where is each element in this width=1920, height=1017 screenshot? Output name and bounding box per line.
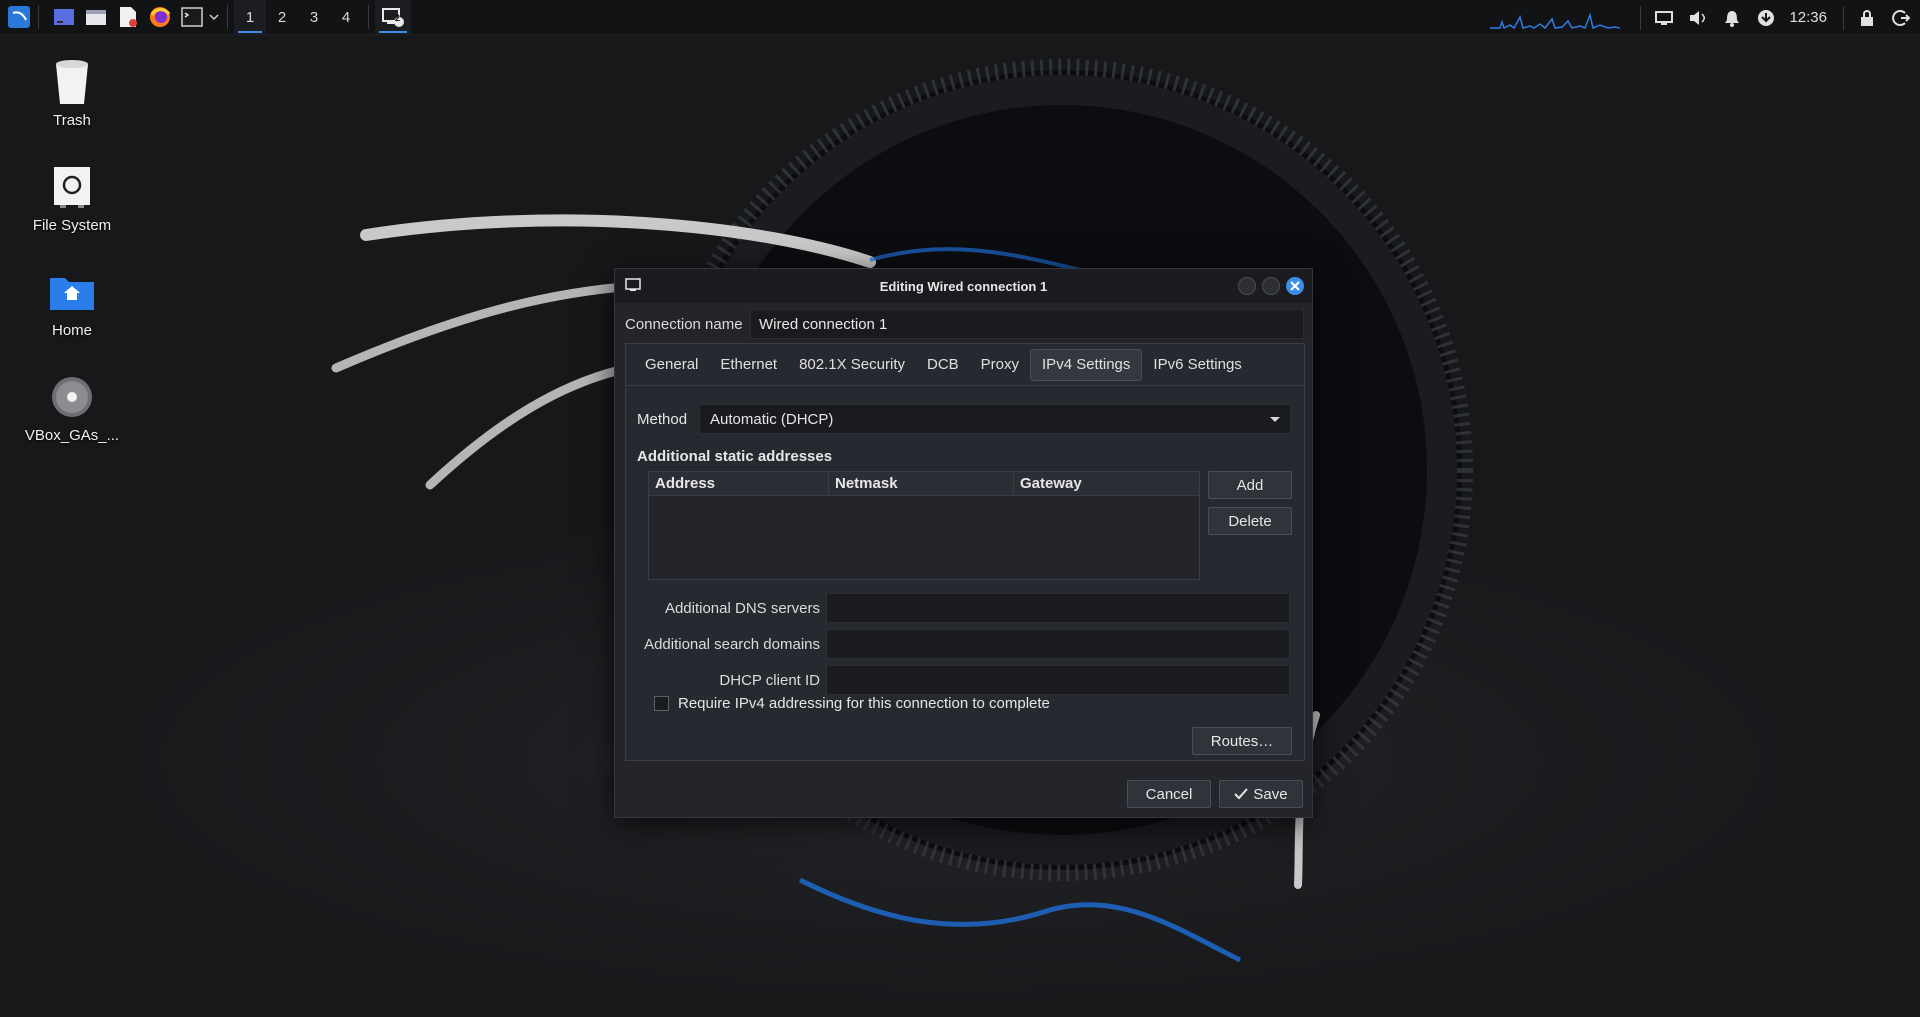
- panel-separator: [368, 5, 369, 29]
- workspace-4[interactable]: 4: [330, 0, 362, 35]
- connection-name-label: Connection name: [625, 315, 743, 333]
- panel-tray: 12:36: [1490, 0, 1920, 35]
- tab-bar: General Ethernet 802.1X Security DCB Pro…: [626, 344, 1304, 386]
- text-editor-icon[interactable]: [115, 4, 141, 30]
- desktop-icon-label: VBox_GAs_...: [24, 427, 120, 444]
- panel-separator: [1843, 5, 1844, 30]
- logout-icon[interactable]: [1888, 5, 1914, 31]
- add-address-button[interactable]: Add: [1208, 471, 1292, 499]
- terminal-icon[interactable]: [179, 4, 205, 30]
- file-manager-icon[interactable]: [83, 4, 109, 30]
- firefox-icon[interactable]: [147, 4, 173, 30]
- desktop-icon-label: Trash: [53, 112, 91, 129]
- tab-8021x-security[interactable]: 802.1X Security: [788, 349, 916, 381]
- tab-ethernet[interactable]: Ethernet: [709, 349, 788, 381]
- window-task-button[interactable]: 2: [375, 0, 411, 35]
- kali-menu-icon[interactable]: [6, 4, 32, 30]
- tab-dcb[interactable]: DCB: [916, 349, 970, 381]
- require-ipv4-checkbox[interactable]: [654, 696, 669, 711]
- dns-servers-input[interactable]: [826, 593, 1290, 623]
- method-select[interactable]: Automatic (DHCP): [699, 404, 1291, 434]
- panel-separator: [227, 5, 228, 29]
- drive-icon: [48, 163, 96, 211]
- workspace-3[interactable]: 3: [298, 0, 330, 35]
- connection-name-input[interactable]: Wired connection 1: [750, 309, 1304, 339]
- notification-bell-icon[interactable]: [1719, 5, 1745, 31]
- settings-tabs: General Ethernet 802.1X Security DCB Pro…: [625, 343, 1305, 761]
- panel-separator: [38, 5, 39, 29]
- dns-servers-row: Additional DNS servers: [626, 593, 1292, 623]
- window-list-icon: [382, 8, 404, 27]
- connection-editor-dialog: Editing Wired connection 1 Connection na…: [614, 268, 1313, 818]
- desktop-icon-trash[interactable]: Trash: [17, 58, 127, 129]
- panel-separator: [1640, 5, 1642, 30]
- save-button[interactable]: Save: [1219, 780, 1303, 808]
- delete-address-button[interactable]: Delete: [1208, 507, 1292, 535]
- trash-icon: [48, 58, 96, 106]
- workspace-1[interactable]: 1: [234, 0, 266, 35]
- tab-proxy[interactable]: Proxy: [970, 349, 1030, 381]
- search-domains-label: Additional search domains: [644, 635, 820, 653]
- volume-icon[interactable]: [1685, 5, 1711, 31]
- desktop-icon-home[interactable]: Home: [17, 268, 127, 339]
- minimize-button[interactable]: [1238, 277, 1256, 295]
- dialog-titlebar[interactable]: Editing Wired connection 1: [615, 269, 1312, 303]
- table-header: Address Netmask Gateway: [649, 472, 1199, 496]
- dhcp-client-id-label: DHCP client ID: [719, 671, 820, 689]
- close-icon: [1290, 281, 1300, 291]
- update-icon[interactable]: [1753, 5, 1779, 31]
- chevron-down-icon[interactable]: [207, 4, 221, 30]
- home-folder-icon: [48, 268, 96, 316]
- static-addresses-table[interactable]: Address Netmask Gateway: [648, 471, 1200, 580]
- display-icon[interactable]: [1651, 5, 1677, 31]
- method-value: Automatic (DHCP): [710, 410, 834, 428]
- column-header-gateway[interactable]: Gateway: [1014, 472, 1199, 495]
- tab-general[interactable]: General: [634, 349, 709, 381]
- desktop-icon-label: Home: [51, 322, 92, 339]
- cancel-button[interactable]: Cancel: [1127, 780, 1211, 808]
- clock[interactable]: 12:36: [1789, 9, 1827, 26]
- workspace-2[interactable]: 2: [266, 0, 298, 35]
- column-header-address[interactable]: Address: [649, 472, 829, 495]
- save-label: Save: [1253, 785, 1288, 803]
- disc-icon: [48, 373, 96, 421]
- close-button[interactable]: [1286, 277, 1304, 295]
- connection-name-row: Connection name Wired connection 1: [625, 309, 1304, 339]
- static-addresses-title: Additional static addresses: [637, 448, 833, 465]
- column-header-netmask[interactable]: Netmask: [829, 472, 1014, 495]
- routes-button[interactable]: Routes…: [1192, 727, 1292, 755]
- method-row: Method Automatic (DHCP): [637, 404, 1291, 434]
- lock-icon[interactable]: [1854, 5, 1880, 31]
- task-count-badge: 2: [395, 12, 401, 23]
- search-domains-input[interactable]: [826, 629, 1290, 659]
- top-panel: 1 2 3 4 2 12:36: [0, 0, 1920, 35]
- window-menu-icon[interactable]: [625, 278, 641, 295]
- desktop-icon-file-system[interactable]: File System: [17, 163, 127, 234]
- method-label: Method: [637, 410, 688, 428]
- tab-ipv4-settings[interactable]: IPv4 Settings: [1030, 348, 1143, 381]
- require-ipv4-row: Require IPv4 addressing for this connect…: [654, 695, 1050, 712]
- dns-servers-label: Additional DNS servers: [664, 599, 820, 617]
- cpu-graph: [1490, 11, 1621, 29]
- search-domains-row: Additional search domains: [626, 629, 1292, 659]
- dhcp-client-id-input[interactable]: [826, 665, 1290, 695]
- dhcp-client-id-row: DHCP client ID: [626, 665, 1292, 695]
- dialog-title: Editing Wired connection 1: [879, 278, 1048, 294]
- require-ipv4-label[interactable]: Require IPv4 addressing for this connect…: [678, 695, 1050, 712]
- dropdown-caret-icon: [1270, 416, 1280, 422]
- show-desktop-icon[interactable]: [51, 4, 77, 30]
- checkmark-icon: [1234, 788, 1249, 800]
- desktop-icon-vbox[interactable]: VBox_GAs_...: [17, 373, 127, 444]
- maximize-button[interactable]: [1262, 277, 1280, 295]
- desktop-icon-label: File System: [32, 217, 112, 234]
- tab-ipv6-settings[interactable]: IPv6 Settings: [1142, 349, 1252, 381]
